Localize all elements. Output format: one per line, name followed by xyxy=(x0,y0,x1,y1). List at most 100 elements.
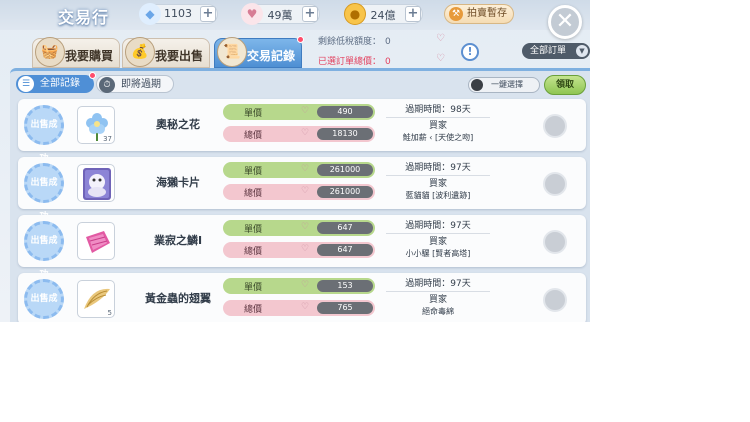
select-all-label: 一鍵選擇 xyxy=(491,80,523,89)
expiry-time: 過期時間：97天 xyxy=(386,276,490,292)
unit-price-label: 單價 xyxy=(243,167,262,177)
sold-stamp: 出售成功 xyxy=(24,163,64,222)
item-quantity: 5 xyxy=(107,309,112,317)
unit-price-bar: 單價 ♡ 261000 xyxy=(223,162,375,178)
list-item[interactable]: 出售成功 37 奧秘之花 單價 ♡ 490 總價 xyxy=(18,99,586,164)
heart-icon: ♡ xyxy=(301,280,310,290)
unit-price-value: 647 xyxy=(317,222,373,234)
add-coin-button[interactable]: + xyxy=(405,6,421,22)
expiry-time: 過期時間：97天 xyxy=(386,218,490,234)
total-price-value: 261000 xyxy=(317,186,373,198)
list-item[interactable]: 出售成功 5 黃金蟲的翅翼 單價 ♡ 153 總價 ♡ 765 過期時間：97 xyxy=(18,273,586,322)
add-heart-button[interactable]: + xyxy=(302,6,318,22)
heart-icon: ♡ xyxy=(436,33,445,44)
tab-buy[interactable]: 🧺 我要購買 xyxy=(32,37,120,68)
chevron-down-icon: ▼ xyxy=(576,45,588,57)
scroll-icon: 📜 xyxy=(217,37,247,67)
total-price-label: 總價 xyxy=(243,189,262,199)
total-price-label: 總價 xyxy=(243,305,262,315)
total-price-value: 765 xyxy=(317,302,373,314)
add-diamond-button[interactable]: + xyxy=(200,6,216,22)
buyer-label: 買家 xyxy=(428,179,447,189)
unit-price-label: 單價 xyxy=(243,109,262,119)
total-price-label: 總價 xyxy=(243,247,262,257)
heart-icon: ♥ xyxy=(241,3,263,25)
buyer-name: 鮭加薪 ‹ [天使之吻] xyxy=(402,133,474,142)
unit-price-label: 單價 xyxy=(243,283,262,293)
tab-history[interactable]: 📜 交易記錄 xyxy=(214,36,304,68)
diamond-icon: ◆ xyxy=(139,3,161,25)
heart-icon: ♡ xyxy=(301,244,310,254)
buyer-label: 買家 xyxy=(428,237,447,247)
order-filter-dropdown[interactable]: 全部訂單 ▼ xyxy=(522,43,590,59)
total-price-bar: 總價 ♡ 765 xyxy=(223,300,375,316)
unit-price-value: 153 xyxy=(317,280,373,292)
buyer-label: 買家 xyxy=(428,121,447,131)
sold-stamp: 出售成功 xyxy=(24,221,64,280)
hammer-icon: ⚒ xyxy=(449,7,463,21)
page-title: 交易行 xyxy=(58,8,110,27)
buyer-label: 買家 xyxy=(428,295,447,305)
item-slot[interactable]: 37 xyxy=(77,106,115,144)
list-icon: ☰ xyxy=(18,76,34,92)
item-slot[interactable] xyxy=(77,164,115,202)
claim-button[interactable]: 領取 xyxy=(544,75,586,95)
list-item[interactable]: 出售成功 海獺卡片 單價 ♡ 261000 總價 ♡ xyxy=(18,157,586,222)
close-button[interactable]: ✕ xyxy=(548,5,582,39)
total-price-bar: 總價 ♡ 261000 xyxy=(223,184,375,200)
selected-total-value: 0 xyxy=(385,57,391,67)
selected-total: 已選訂單總價： 0 xyxy=(318,54,391,67)
total-price-bar: 總價 ♡ 647 xyxy=(223,242,375,258)
info-icon[interactable]: ! xyxy=(461,43,479,61)
select-checkbox[interactable] xyxy=(543,114,567,138)
remaining-tax-label: 剩餘低稅額度： xyxy=(318,37,382,47)
select-checkbox[interactable] xyxy=(543,288,567,312)
tab-sell[interactable]: 💰 我要出售 xyxy=(122,37,210,68)
total-price-bar: 總價 ♡ 18130 xyxy=(223,126,375,142)
notification-dot xyxy=(89,72,96,79)
remaining-tax-value: 0 xyxy=(385,37,391,47)
heart-icon: ♡ xyxy=(301,302,310,312)
coin-icon: ● xyxy=(344,3,366,25)
item-slot[interactable] xyxy=(77,222,115,260)
subtab-all-records[interactable]: ☰ 全部記錄 xyxy=(16,72,96,93)
unit-price-bar: 單價 ♡ 647 xyxy=(223,220,375,236)
select-all-toggle[interactable]: 一鍵選擇 xyxy=(468,77,540,93)
scale-icon xyxy=(86,231,110,253)
list-item[interactable]: 出售成功 業寂之鱗Ⅰ 單價 ♡ 647 總價 ♡ 647 xyxy=(18,215,586,280)
unit-price-bar: 單價 ♡ 490 xyxy=(223,104,375,120)
tab-history-label: 交易記錄 xyxy=(247,49,296,63)
buyer-name: 藍貓貓 [波利遺跡] xyxy=(405,191,471,200)
expiry-time: 過期時間：97天 xyxy=(386,160,490,176)
select-checkbox[interactable] xyxy=(543,230,567,254)
total-price-value: 647 xyxy=(317,244,373,256)
clock-icon: ⏱ xyxy=(99,77,115,93)
heart-icon: ♡ xyxy=(301,128,310,138)
auction-storage-label: 拍賣暫存 xyxy=(467,8,507,19)
auction-storage-button[interactable]: ⚒ 拍賣暫存 xyxy=(444,4,514,24)
heart-counter: ♥ 49萬 + xyxy=(241,3,320,25)
subtab-all-label: 全部記錄 xyxy=(40,78,80,89)
bag-icon: 💰 xyxy=(125,37,155,67)
item-name: 業寂之鱗Ⅰ xyxy=(153,234,203,247)
select-checkbox[interactable] xyxy=(543,172,567,196)
trade-window: 交易行 ◆ 1103 + ♥ 49萬 + ● 24億 + ⚒ 拍賣暫存 ✕ 🧺 … xyxy=(0,0,590,322)
buyer-name: 小小騾 [賢者高塔] xyxy=(405,249,471,258)
heart-icon: ♡ xyxy=(301,106,310,116)
unit-price-label: 單價 xyxy=(243,225,262,235)
item-slot[interactable]: 5 xyxy=(77,280,115,318)
top-bar: 交易行 ◆ 1103 + ♥ 49萬 + ● 24億 + ⚒ 拍賣暫存 xyxy=(0,0,590,30)
basket-icon: 🧺 xyxy=(35,37,65,67)
subtab-expiring-label: 即將過期 xyxy=(121,79,161,90)
total-price-value: 18130 xyxy=(317,128,373,140)
unit-price-bar: 單價 ♡ 153 xyxy=(223,278,375,294)
heart-icon: ♡ xyxy=(436,53,445,64)
heart-icon: ♡ xyxy=(301,222,310,232)
toggle-knob xyxy=(471,79,483,91)
item-quantity: 37 xyxy=(103,135,112,143)
selected-total-label: 已選訂單總價： xyxy=(318,57,382,67)
subtab-expiring[interactable]: ⏱ 即將過期 xyxy=(96,75,174,93)
coin-counter: ● 24億 + xyxy=(344,3,423,25)
sold-stamp: 出售成功 xyxy=(24,105,64,164)
tab-buy-label: 我要購買 xyxy=(65,49,114,63)
